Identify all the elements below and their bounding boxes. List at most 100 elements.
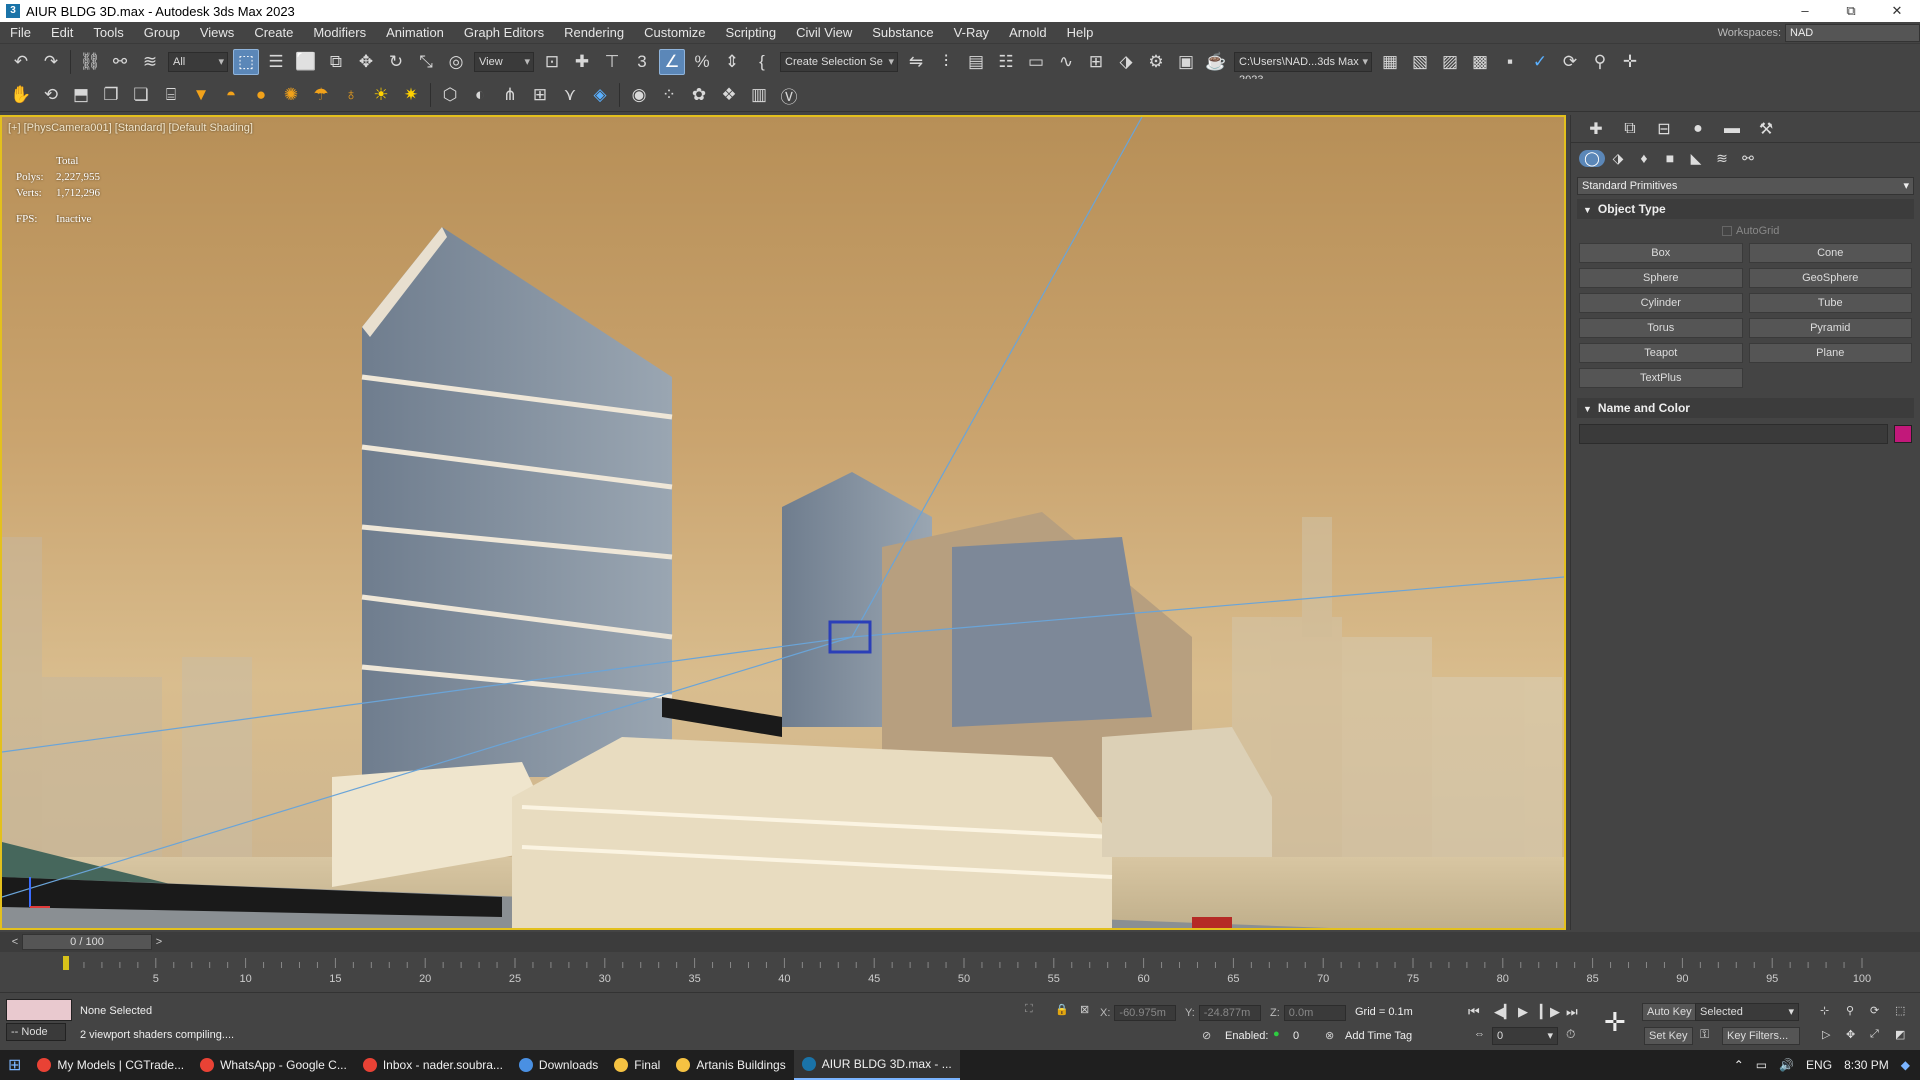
- vray-sun-icon[interactable]: ☂: [308, 82, 334, 108]
- volume-icon[interactable]: 🔊: [1779, 1058, 1794, 1072]
- toggle-layer-explorer-icon[interactable]: ☷: [993, 49, 1019, 75]
- menu-scripting[interactable]: Scripting: [716, 22, 787, 44]
- hand-icon[interactable]: ✋: [8, 82, 34, 108]
- vray-lightmtl-icon[interactable]: ✿: [686, 82, 712, 108]
- menu-graph-editors[interactable]: Graph Editors: [454, 22, 554, 44]
- project-folder-dropdown[interactable]: C:\Users\NAD...3ds Max 2023: [1234, 51, 1372, 86]
- object-type-header[interactable]: ▼ Object Type: [1577, 199, 1914, 219]
- menu-tools[interactable]: Tools: [83, 22, 133, 44]
- place-icon[interactable]: ◎: [443, 49, 469, 75]
- name-and-color-header[interactable]: ▼ Name and Color: [1577, 398, 1914, 418]
- menu-modifiers[interactable]: Modifiers: [303, 22, 376, 44]
- cylinder-button[interactable]: Cylinder: [1579, 293, 1743, 313]
- menu-help[interactable]: Help: [1057, 22, 1104, 44]
- node-dropdown[interactable]: -- Node: [6, 1023, 66, 1041]
- menu-create[interactable]: Create: [244, 22, 303, 44]
- rotate-icon[interactable]: ↻: [383, 49, 409, 75]
- maximize-viewport-icon[interactable]: ⬚: [1895, 1004, 1905, 1017]
- curve-editor-icon[interactable]: ∿: [1053, 49, 1079, 75]
- select-by-name-icon[interactable]: ☰: [263, 49, 289, 75]
- cameras-icon[interactable]: ■: [1657, 150, 1683, 166]
- maxscript-listener-swatch[interactable]: [6, 999, 72, 1021]
- vray-plane-icon[interactable]: ◐: [467, 82, 493, 108]
- pan-icon[interactable]: ✥: [1846, 1028, 1855, 1041]
- vray-material-icon[interactable]: ◉: [626, 82, 652, 108]
- motion-tab-icon[interactable]: ●: [1681, 120, 1715, 138]
- zoom-icon[interactable]: ⚲: [1846, 1004, 1854, 1017]
- torus-button[interactable]: Torus: [1579, 318, 1743, 338]
- vray-ies-icon[interactable]: ✺: [278, 82, 304, 108]
- menu-vray[interactable]: V-Ray: [944, 22, 999, 44]
- menu-customize[interactable]: Customize: [634, 22, 715, 44]
- select-object-icon[interactable]: ⬚: [233, 48, 259, 75]
- sun-icon[interactable]: ☀: [368, 82, 394, 108]
- vray-vfb-icon[interactable]: ▥: [746, 82, 772, 108]
- workspaces-dropdown[interactable]: NAD: [1785, 24, 1920, 42]
- menu-substance[interactable]: Substance: [862, 22, 943, 44]
- adaptive-degradation-icon[interactable]: ⊘: [1202, 1029, 1211, 1042]
- rendered-frame-window-icon[interactable]: ▣: [1173, 49, 1199, 75]
- material-editor-icon[interactable]: ⬗: [1113, 49, 1139, 75]
- pyramid-button[interactable]: Pyramid: [1748, 318, 1912, 338]
- verify-icon[interactable]: ✓: [1527, 49, 1553, 75]
- time-configuration-icon[interactable]: ⏱: [1566, 1027, 1575, 1042]
- x-value-field[interactable]: -60.975m: [1114, 1005, 1177, 1021]
- track-bar[interactable]: 5 10 15 20 25 30 35 40 45 50 55 60 65 70 75 80 85 90 95 100: [0, 954, 1920, 990]
- select-manipulate-icon[interactable]: ✚: [569, 49, 595, 75]
- menu-animation[interactable]: Animation: [376, 22, 454, 44]
- go-to-start-icon[interactable]: ⏮: [1468, 1004, 1480, 1020]
- utilities-tab-icon[interactable]: ⚒: [1749, 119, 1783, 139]
- open-explorer-icon[interactable]: ▦: [1377, 49, 1403, 75]
- helpers-icon[interactable]: ◣: [1683, 150, 1709, 167]
- add-icon[interactable]: ✛: [1617, 49, 1643, 75]
- unlink-icon[interactable]: ⚯: [107, 49, 133, 75]
- vray-sphere-light-icon[interactable]: ●: [248, 82, 274, 108]
- named-selection-sets-dropdown[interactable]: Create Selection Se: [780, 51, 898, 72]
- object-name-input[interactable]: [1579, 424, 1888, 444]
- set-key-big-icon[interactable]: ✛: [1604, 1007, 1626, 1038]
- redo-icon[interactable]: ↷: [38, 49, 64, 75]
- burst-icon[interactable]: ✷: [398, 82, 424, 108]
- tube-button[interactable]: Tube: [1748, 293, 1912, 313]
- pivot-center-icon[interactable]: ⊡: [539, 49, 565, 75]
- vray-clipper-icon[interactable]: ◈: [587, 82, 613, 108]
- set-key-button[interactable]: Set Key: [1644, 1027, 1693, 1045]
- undo-icon[interactable]: ↶: [8, 49, 34, 75]
- taskbar-item-3dsmax[interactable]: AIUR BLDG 3D.max - ...: [793, 1050, 960, 1080]
- mirror-icon[interactable]: ⇋: [903, 49, 929, 75]
- vray-proxy-icon[interactable]: ⬡: [437, 82, 463, 108]
- keyboard-shortcut-override-icon[interactable]: ⊤: [599, 49, 625, 75]
- add-time-tag[interactable]: Add Time Tag: [1345, 1030, 1412, 1042]
- align-icon[interactable]: ⫶: [933, 49, 959, 75]
- close-button[interactable]: ✕: [1874, 0, 1920, 22]
- rectangular-selection-icon[interactable]: ⬜: [293, 49, 319, 75]
- field-of-view-icon[interactable]: ▷: [1822, 1028, 1830, 1041]
- percent-snap-icon[interactable]: %: [689, 49, 715, 75]
- selection-filter-dropdown[interactable]: All: [168, 51, 228, 72]
- current-frame-marker[interactable]: [63, 956, 69, 970]
- vray-camera-icon[interactable]: ⌸: [158, 82, 184, 108]
- play-icon[interactable]: ▶: [1518, 1004, 1528, 1020]
- angle-snap-icon[interactable]: ∠: [659, 48, 685, 75]
- key-mode-toggle-icon[interactable]: ⇔: [1474, 1028, 1485, 1040]
- absolute-mode-icon[interactable]: ⊠: [1080, 1003, 1089, 1016]
- edit-named-selection-icon[interactable]: {: [749, 49, 775, 75]
- maximize-button[interactable]: ⧉: [1828, 0, 1874, 22]
- lock-icon[interactable]: 🔒: [1055, 1003, 1069, 1016]
- plane-button[interactable]: Plane: [1748, 343, 1912, 363]
- geometry-icon[interactable]: ◯: [1579, 149, 1605, 167]
- menu-rendering[interactable]: Rendering: [554, 22, 634, 44]
- copilot-icon[interactable]: ◆: [1901, 1058, 1910, 1072]
- vray-dome-light-icon[interactable]: ◓: [218, 82, 244, 108]
- menu-civil-view[interactable]: Civil View: [786, 22, 862, 44]
- network-icon[interactable]: ▭: [1756, 1058, 1767, 1072]
- layer-copy-icon[interactable]: ❏: [128, 82, 154, 108]
- move-icon[interactable]: ✥: [353, 49, 379, 75]
- next-frame-arrow-icon[interactable]: >: [152, 936, 166, 948]
- menu-arnold[interactable]: Arnold: [999, 22, 1057, 44]
- min-max-toggle-icon[interactable]: ◩: [1895, 1028, 1905, 1041]
- y-value-field[interactable]: -24.877m: [1198, 1005, 1261, 1021]
- current-frame-spinner[interactable]: 0: [1492, 1027, 1558, 1045]
- schematic-view-icon[interactable]: ⊞: [1083, 49, 1109, 75]
- vray-blend-icon[interactable]: ❖: [716, 82, 742, 108]
